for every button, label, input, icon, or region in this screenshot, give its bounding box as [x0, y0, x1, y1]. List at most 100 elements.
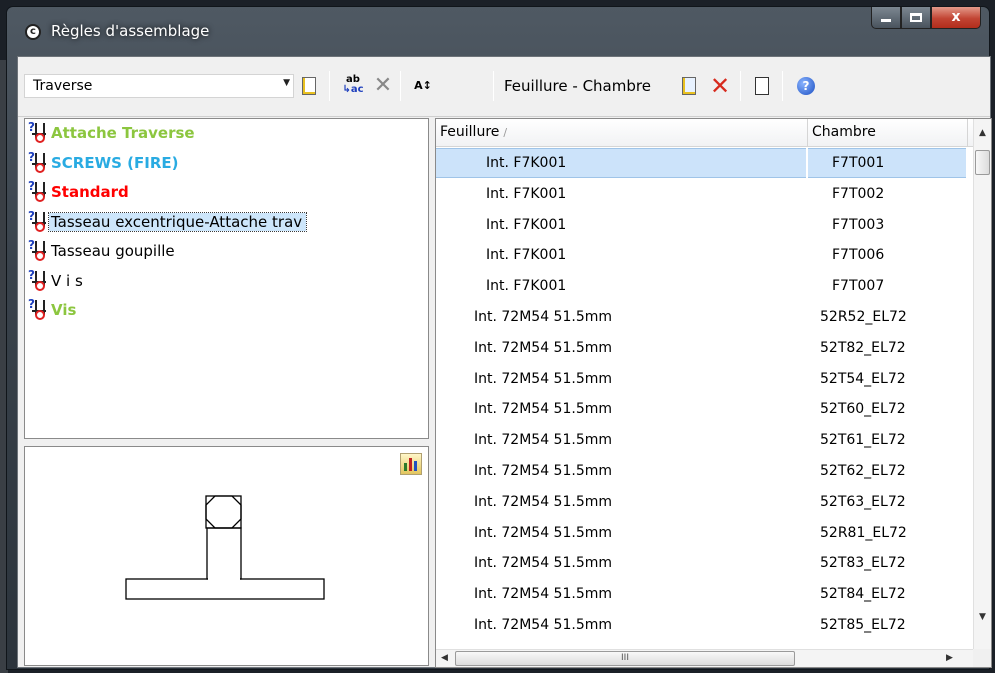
table-row[interactable]: Int. 72M54 51.5mm 52R81_EL72: [436, 518, 966, 548]
caption-buttons: x: [871, 7, 981, 29]
maximize-icon: [910, 13, 922, 22]
minimize-icon: [881, 19, 891, 22]
rule-section-label: Feuillure - Chambre: [504, 77, 651, 95]
cell-chambre: 52T54_EL72: [820, 370, 906, 387]
table-row[interactable]: Int. 72M54 51.5mm 52T54_EL72: [436, 364, 966, 394]
horizontal-scrollbar[interactable]: ◀ III ▶: [436, 649, 974, 667]
rule-item[interactable]: ? SCREWS (FIRE): [27, 150, 181, 173]
feuillure-chambre-grid[interactable]: Feuillure ∕ Chambre Int. F7K001 F7T001 Int.…: [435, 118, 992, 668]
cell-chambre: 52T85_EL72: [820, 617, 906, 633]
cell-feuillure: Int. 72M54 51.5mm: [474, 401, 612, 418]
delete-icon[interactable]: ✕: [372, 75, 394, 97]
rule-item[interactable]: ? Standard: [27, 179, 131, 203]
rule-item-label: Attache Traverse: [51, 124, 195, 142]
rule-item-label: Standard: [51, 183, 129, 201]
cell-chambre: 52T83_EL72: [820, 555, 906, 572]
cell-feuillure: Int. 72M54 51.5mm: [474, 339, 612, 356]
cell-chambre: 52T62_EL72: [820, 463, 906, 479]
rule-icon: ?: [27, 297, 49, 321]
scroll-down-icon[interactable]: ▼: [974, 609, 991, 626]
rule-item[interactable]: ? Attache Traverse: [27, 120, 197, 144]
rule-icon: ?: [27, 179, 49, 203]
scroll-left-icon[interactable]: ◀: [436, 650, 453, 667]
rule-item[interactable]: ? V i s: [27, 268, 85, 291]
table-row[interactable]: Int. 72M54 51.5mm 52R52_EL72: [436, 302, 966, 332]
rule-item-label: Tasseau excentrique-Attache trav: [47, 211, 308, 232]
rule-icon: ?: [27, 209, 49, 233]
cell-chambre: F7T003: [832, 216, 885, 233]
window-title: Règles d'assemblage: [51, 22, 210, 40]
rule-item-label: SCREWS (FIRE): [51, 153, 179, 172]
table-row[interactable]: Int. F7K001 F7T002: [436, 179, 966, 209]
cell-feuillure: Int. 72M54 51.5mm: [474, 370, 612, 387]
column-header-label: Chambre: [812, 124, 876, 140]
cell-feuillure: Int. 72M54 51.5mm: [474, 586, 612, 603]
resize-grip-icon[interactable]: [973, 649, 991, 667]
cell-chambre: 52T63_EL72: [820, 493, 906, 510]
rule-icon: ?: [27, 120, 49, 144]
cell-chambre: 52R52_EL72: [820, 309, 907, 325]
table-row[interactable]: Int. 72M54 51.5mm 52T83_EL72: [436, 548, 966, 578]
maximize-button[interactable]: [901, 7, 931, 29]
cell-chambre: 52T60_EL72: [820, 401, 906, 418]
table-row[interactable]: Int. F7K001 F7T006: [436, 240, 966, 270]
rule-item[interactable]: ? Tasseau goupille: [27, 238, 177, 262]
scroll-right-icon[interactable]: ▶: [941, 650, 958, 667]
toolbar-separator: [329, 71, 330, 101]
table-row[interactable]: Int. 72M54 51.5mm 52T60_EL72: [436, 394, 966, 424]
vertical-scrollbar[interactable]: ▲ ▼: [973, 119, 991, 651]
title-bar[interactable]: c Règles d'assemblage x: [7, 7, 989, 57]
cell-chambre: F7T002: [832, 185, 885, 202]
toolbar-separator: [493, 71, 494, 101]
rule-item[interactable]: ? Tasseau excentrique-Attache trav: [27, 209, 308, 233]
scroll-up-icon[interactable]: ▲: [974, 125, 991, 142]
delete-red-icon[interactable]: ✕: [709, 74, 731, 98]
table-row[interactable]: Int. F7K001 F7T001: [436, 148, 966, 178]
help-icon: ?: [797, 77, 815, 95]
close-button[interactable]: x: [931, 7, 981, 29]
toolbar-separator: [740, 71, 741, 101]
sort-indicator-icon: ∕: [503, 126, 508, 139]
minimize-button[interactable]: [871, 7, 901, 29]
table-row[interactable]: Int. 72M54 51.5mm 52T85_EL72: [436, 610, 966, 640]
rules-list[interactable]: ? Attache Traverse? SCREWS (FIRE)? Standard…: [24, 118, 429, 439]
profile-combo[interactable]: Traverse ▼: [24, 74, 294, 98]
cell-feuillure: Int. F7K001: [486, 216, 567, 233]
cell-chambre: F7T007: [832, 278, 885, 295]
add-row-icon[interactable]: [678, 75, 700, 97]
cell-chambre: F7T006: [832, 247, 885, 264]
app-c-icon[interactable]: c: [25, 24, 41, 40]
chevron-down-icon[interactable]: ▼: [283, 78, 290, 88]
table-row[interactable]: Int. 72M54 51.5mm 52T63_EL72: [436, 487, 966, 517]
cell-feuillure: Int. F7K001: [436, 148, 806, 178]
profile-drawing: [125, 495, 325, 600]
column-header-chambre[interactable]: Chambre: [808, 119, 968, 147]
toolbar-separator: [782, 71, 783, 101]
table-row[interactable]: Int. 72M54 51.5mm 52T61_EL72: [436, 425, 966, 455]
properties-icon[interactable]: [751, 75, 773, 97]
rule-icon: ?: [27, 238, 49, 262]
rule-item-label: V i s: [51, 271, 83, 290]
table-row[interactable]: Int. F7K001 F7T007: [436, 271, 966, 301]
rule-item-label: Vis: [51, 301, 77, 319]
rule-item[interactable]: ? Vis: [27, 297, 78, 321]
table-row[interactable]: Int. 72M54 51.5mm 52T82_EL72: [436, 333, 966, 363]
column-header-feuillure[interactable]: Feuillure ∕: [436, 119, 808, 147]
help-button[interactable]: ?: [795, 75, 817, 97]
profile-preview: [24, 446, 429, 666]
table-row[interactable]: Int. 72M54 51.5mm 52T84_EL72: [436, 579, 966, 609]
table-row[interactable]: Int. F7K001 F7T003: [436, 210, 966, 240]
cell-feuillure: Int. 72M54 51.5mm: [474, 524, 612, 541]
toolbar-separator: [400, 71, 401, 101]
horizontal-scroll-thumb[interactable]: III: [455, 651, 795, 666]
rename-icon[interactable]: ab ↳ac: [342, 75, 364, 97]
cell-feuillure: Int. 72M54 51.5mm: [474, 432, 612, 449]
cell-feuillure: Int. 72M54 51.5mm: [474, 617, 612, 633]
new-document-icon[interactable]: [298, 75, 320, 97]
cell-chambre: 52R81_EL72: [820, 524, 907, 541]
vertical-scroll-thumb[interactable]: [975, 150, 990, 175]
profile-combo-value: Traverse: [33, 78, 93, 94]
table-row[interactable]: Int. 72M54 51.5mm 52T62_EL72: [436, 456, 966, 486]
sort-icon[interactable]: A↕: [412, 75, 434, 97]
cell-chambre: 52T84_EL72: [820, 586, 906, 603]
